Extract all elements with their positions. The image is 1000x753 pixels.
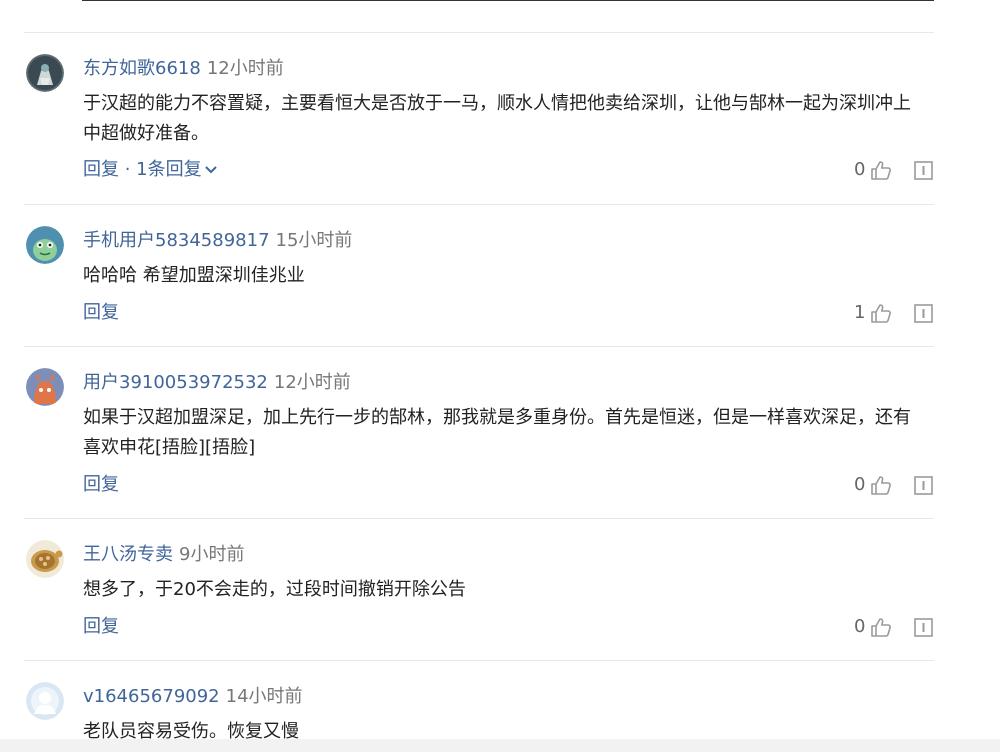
username-link[interactable]: 用户3910053972532	[83, 372, 268, 393]
like-count: 0	[854, 474, 866, 495]
comment-header: 手机用户5834589817 15小时前	[83, 229, 352, 253]
comment-time: 12小时前	[273, 372, 351, 393]
avatar[interactable]	[26, 226, 64, 264]
comment-header: v16465679092 14小时前	[83, 685, 303, 709]
comment-actions: 回复 · 1条回复	[83, 158, 218, 182]
avatar[interactable]	[26, 682, 64, 720]
reply-button[interactable]: 回复 · 1条回复	[83, 159, 202, 180]
reply-button[interactable]: 回复	[83, 302, 119, 323]
like-count: 0	[854, 159, 866, 180]
avatar[interactable]	[26, 540, 64, 578]
comment-meta: 0	[854, 473, 934, 497]
comment-text: 哈哈哈 希望加盟深圳佳兆业	[83, 265, 305, 286]
avatar[interactable]	[26, 54, 64, 92]
reply-button[interactable]: 回复	[83, 616, 119, 637]
username-link[interactable]: 手机用户5834589817	[83, 230, 270, 251]
reply-button[interactable]: 回复	[83, 474, 119, 495]
report-icon[interactable]	[914, 618, 933, 637]
comment-text: 如果于汉超加盟深足，加上先行一步的郜林，那我就是多重身份。首先是恒迷，但是一样喜…	[83, 407, 911, 458]
thumbs-up-icon[interactable]	[870, 616, 892, 638]
like-count: 1	[854, 302, 866, 323]
comment-meta: 0	[854, 158, 934, 182]
comment-time: 9小时前	[179, 544, 245, 565]
report-icon[interactable]	[914, 304, 933, 323]
username-link[interactable]: v16465679092	[83, 686, 220, 707]
username-link[interactable]: 东方如歌6618	[83, 58, 201, 79]
comment-header: 东方如歌6618 12小时前	[83, 57, 284, 81]
comment-text: 于汉超的能力不容置疑，主要看恒大是否放于一马，顺水人情把他卖给深圳，让他与郜林一…	[83, 93, 911, 144]
comment-text: 想多了，于20不会走的，过段时间撤销开除公告	[83, 579, 466, 600]
comment-item: 王八汤专卖 9小时前 想多了，于20不会走的，过段时间撤销开除公告 回复 0	[24, 518, 934, 661]
comment-time: 12小时前	[206, 58, 284, 79]
comment-item: 东方如歌6618 12小时前 于汉超的能力不容置疑，主要看恒大是否放于一马，顺水人…	[24, 32, 934, 205]
thumbs-up-icon[interactable]	[870, 302, 892, 324]
report-icon[interactable]	[914, 476, 933, 495]
comment-item: 手机用户5834589817 15小时前 哈哈哈 希望加盟深圳佳兆业 回复 1	[24, 204, 934, 347]
avatar[interactable]	[26, 368, 64, 406]
chevron-down-icon[interactable]	[204, 165, 218, 175]
report-icon[interactable]	[914, 161, 933, 180]
comment-actions: 回复	[83, 615, 119, 639]
comment-item: 用户3910053972532 12小时前 如果于汉超加盟深足，加上先行一步的郜林…	[24, 346, 934, 519]
comment-time: 14小时前	[225, 686, 303, 707]
comment-actions: 回复	[83, 301, 119, 325]
comment-header: 王八汤专卖 9小时前	[83, 543, 244, 567]
thumbs-up-icon[interactable]	[870, 474, 892, 496]
comment-meta: 1	[854, 301, 934, 325]
thumbs-up-icon[interactable]	[870, 159, 892, 181]
comment-meta: 0	[854, 615, 934, 639]
comment-header: 用户3910053972532 12小时前	[83, 371, 351, 395]
comment-time: 15小时前	[275, 230, 353, 251]
bottom-bar	[0, 739, 1000, 752]
comment-actions: 回复	[83, 473, 119, 497]
top-divider	[82, 0, 934, 1]
like-count: 0	[854, 616, 866, 637]
username-link[interactable]: 王八汤专卖	[83, 544, 173, 565]
